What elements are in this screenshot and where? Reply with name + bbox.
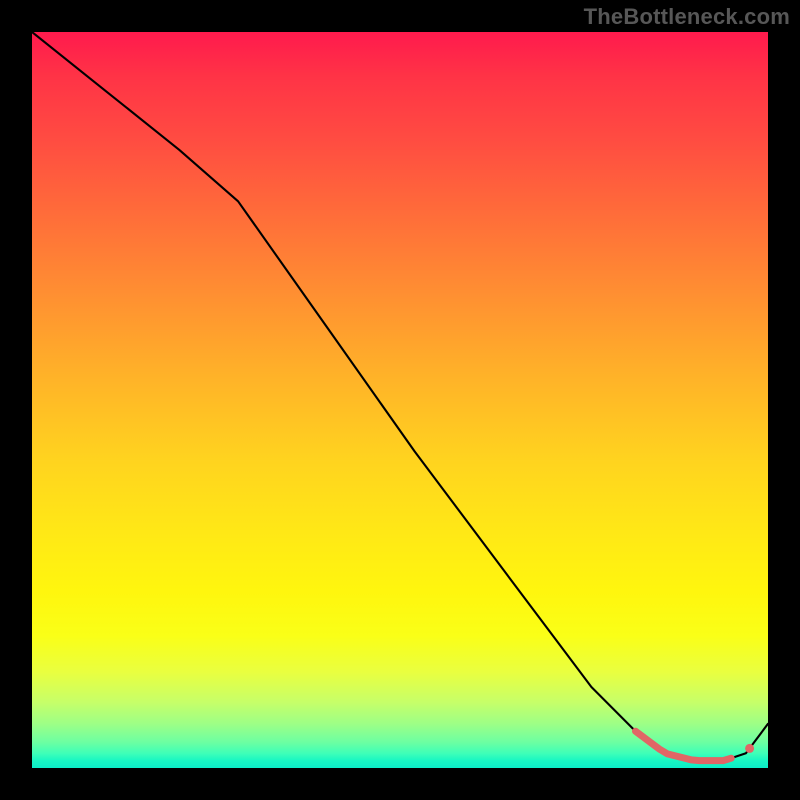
curve-svg [32, 32, 768, 768]
bottleneck-curve [32, 32, 768, 761]
watermark-text: TheBottleneck.com [584, 4, 790, 30]
chart-stage: TheBottleneck.com [0, 0, 800, 800]
valley-flat-marker [636, 731, 732, 760]
valley-rise-dot [745, 744, 754, 753]
plot-area [32, 32, 768, 768]
